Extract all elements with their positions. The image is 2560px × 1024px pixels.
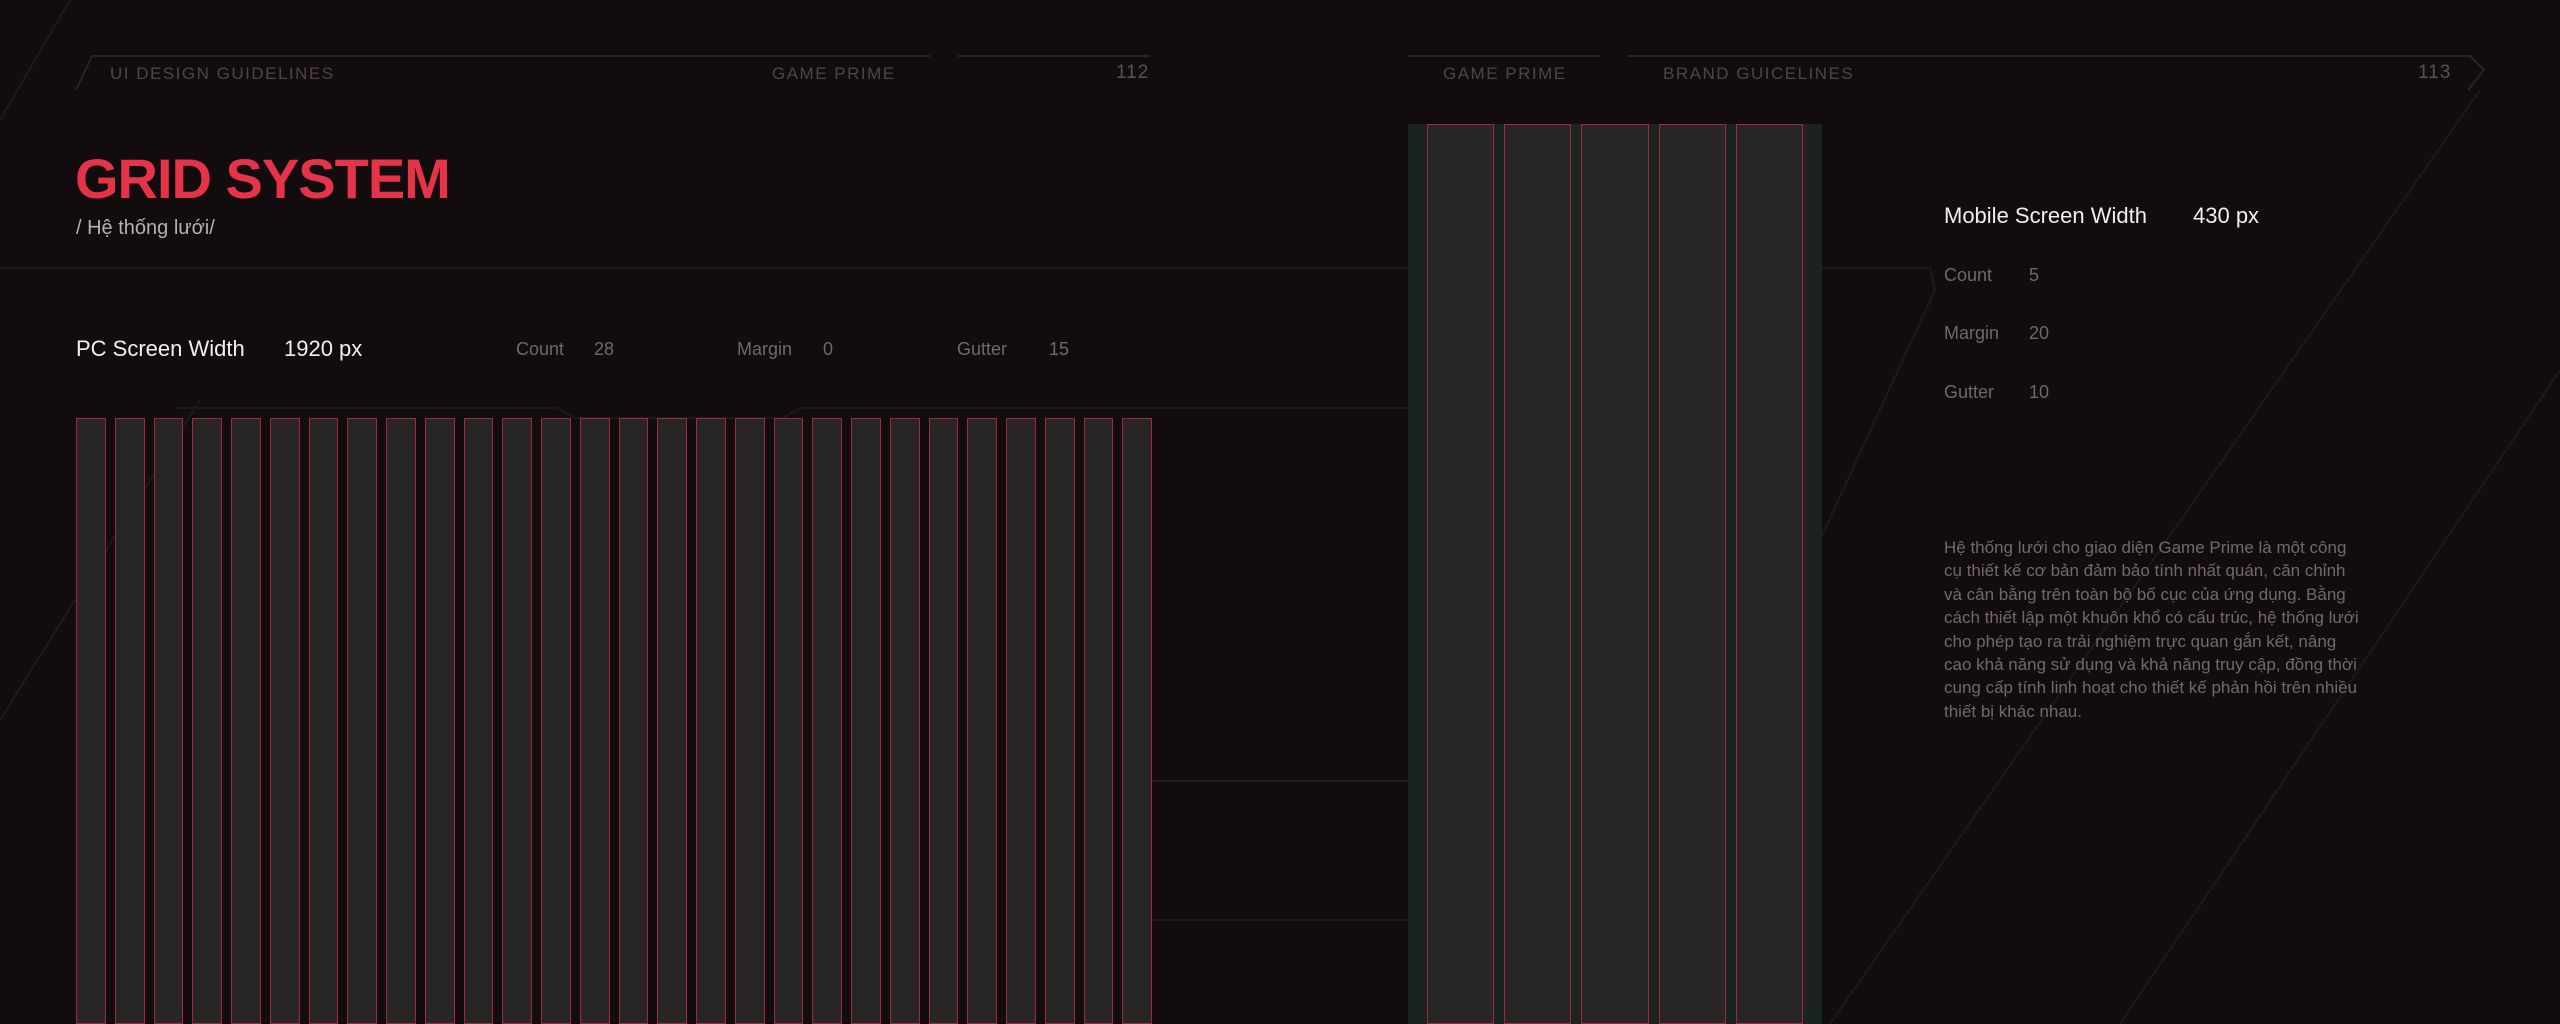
mobile-grid-columns bbox=[1427, 124, 1804, 1024]
grid-column bbox=[1083, 418, 1114, 1024]
grid-column bbox=[579, 418, 610, 1024]
grid-column bbox=[734, 418, 765, 1024]
mobile-margin-value: 20 bbox=[2029, 323, 2050, 343]
pc-gutter-label: Gutter bbox=[957, 339, 1008, 359]
pc-count-label: Count bbox=[516, 339, 565, 359]
pc-count-value: 28 bbox=[594, 339, 615, 359]
grid-column bbox=[192, 418, 222, 1024]
grid-column bbox=[231, 418, 261, 1024]
grid-column bbox=[1658, 124, 1726, 1024]
mobile-gutter-label: Gutter bbox=[1944, 382, 1995, 402]
page-subtitle: / Hệ thống lưới/ bbox=[76, 217, 215, 239]
grid-column bbox=[76, 418, 106, 1024]
mobile-count-value: 5 bbox=[2029, 265, 2040, 285]
grid-column bbox=[773, 418, 804, 1024]
grid-column bbox=[1427, 124, 1495, 1024]
page-number-left: 112 bbox=[1116, 62, 1150, 83]
header-brand-name-right: GAME PRIME bbox=[1443, 64, 1567, 83]
grid-column bbox=[1735, 124, 1804, 1024]
grid-column bbox=[114, 418, 145, 1024]
grid-column bbox=[153, 418, 184, 1024]
grid-column bbox=[502, 418, 532, 1024]
grid-column bbox=[1122, 418, 1152, 1024]
grid-column bbox=[928, 418, 959, 1024]
grid-column bbox=[308, 418, 339, 1024]
grid-column bbox=[541, 418, 571, 1024]
mobile-margin-label: Margin bbox=[1944, 323, 2000, 343]
grid-column bbox=[889, 418, 920, 1024]
grid-column bbox=[269, 418, 300, 1024]
mobile-screen-width-label: Mobile Screen Width bbox=[1944, 203, 2147, 228]
grid-column bbox=[1044, 418, 1075, 1024]
grid-column bbox=[1504, 124, 1572, 1024]
grid-description: Hệ thống lưới cho giao diện Game Prime l… bbox=[1944, 538, 2359, 721]
pc-margin-value: 0 bbox=[823, 339, 834, 359]
pc-grid-columns bbox=[76, 418, 1152, 1024]
pc-screen-width-label: PC Screen Width bbox=[76, 336, 245, 361]
grid-column bbox=[696, 418, 726, 1024]
grid-column bbox=[424, 418, 455, 1024]
grid-column bbox=[657, 418, 687, 1024]
grid-column bbox=[463, 418, 494, 1024]
pc-screen-width-value: 1920 px bbox=[284, 336, 363, 361]
grid-column bbox=[386, 418, 416, 1024]
grid-column bbox=[812, 418, 842, 1024]
mobile-gutter-value: 10 bbox=[2029, 382, 2050, 402]
grid-column bbox=[851, 418, 881, 1024]
header-brand-guidelines: BRAND GUICELINES bbox=[1663, 64, 1855, 83]
mobile-screen-width-value: 430 px bbox=[2193, 203, 2260, 228]
grid-column bbox=[1581, 124, 1649, 1024]
grid-column bbox=[618, 418, 649, 1024]
grid-column bbox=[967, 418, 997, 1024]
pc-margin-label: Margin bbox=[737, 339, 793, 359]
grid-column bbox=[347, 418, 377, 1024]
grid-column bbox=[1006, 418, 1036, 1024]
page-number-right: 113 bbox=[2418, 62, 2452, 83]
header-guide-title: UI DESIGN GUIDELINES bbox=[110, 64, 335, 83]
mobile-count-label: Count bbox=[1944, 265, 1993, 285]
pc-gutter-value: 15 bbox=[1049, 339, 1070, 359]
header-brand-name: GAME PRIME bbox=[772, 64, 896, 83]
page-title: GRID SYSTEM bbox=[75, 147, 451, 210]
